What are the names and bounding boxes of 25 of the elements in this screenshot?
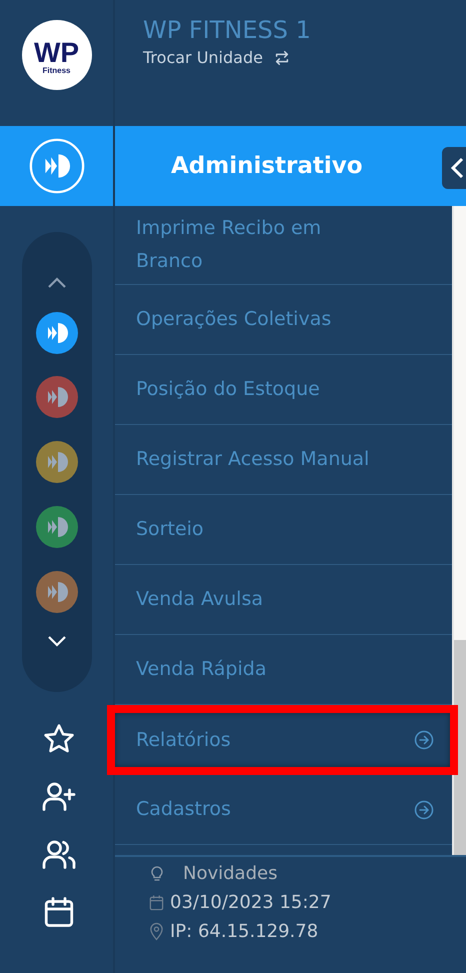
module-button[interactable] [36, 441, 78, 483]
section-title: Administrativo [171, 153, 363, 179]
collapse-button[interactable] [442, 147, 466, 189]
calendar-icon [149, 894, 164, 912]
chevron-up-icon[interactable] [46, 276, 66, 289]
module-button[interactable] [36, 506, 78, 548]
logo-title: WP [34, 40, 80, 66]
arrow-right-icon [414, 800, 434, 820]
lightbulb-icon [149, 866, 165, 882]
news-link[interactable]: Novidades [183, 863, 278, 884]
menu-item[interactable]: Relatórios [107, 705, 458, 775]
logo-subtitle: Fitness [42, 66, 70, 74]
location-icon [149, 922, 164, 941]
chevron-left-icon [450, 156, 464, 180]
module-button[interactable] [36, 312, 78, 354]
datetime-text: 03/10/2023 15:27 [170, 892, 332, 913]
ip-text: IP: 64.15.129.78 [170, 921, 318, 942]
switch-unit-button[interactable]: Trocar Unidade [143, 48, 291, 67]
scrollbar[interactable] [452, 206, 466, 855]
arrow-right-icon [414, 730, 434, 750]
unit-name: WP FITNESS 1 [143, 15, 312, 46]
module-button[interactable] [36, 376, 78, 418]
module-button[interactable] [36, 570, 78, 612]
module-icon[interactable] [28, 137, 86, 195]
chevron-down-icon[interactable] [46, 635, 66, 648]
